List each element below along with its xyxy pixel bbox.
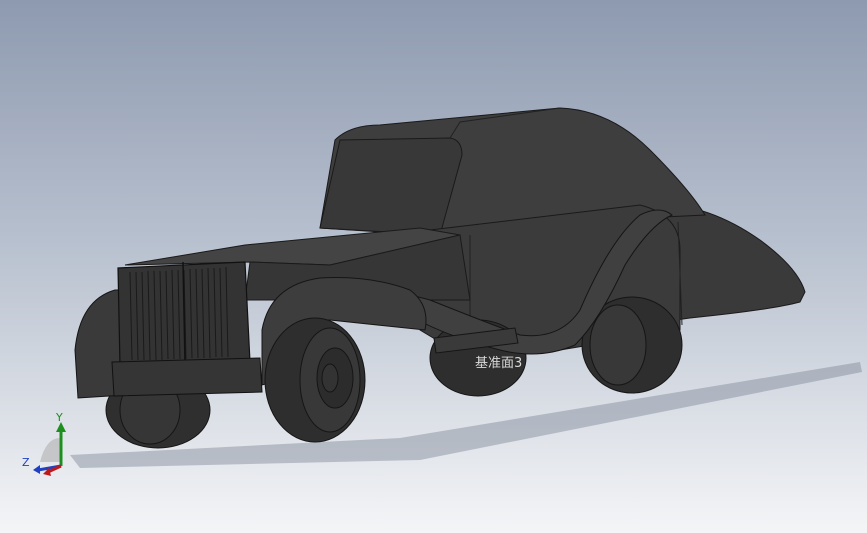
front-bumper [111,357,263,397]
rear-wheel-far-hub [589,304,647,386]
triad-icon [33,422,66,476]
car-model[interactable] [0,0,867,533]
plane-label[interactable]: 基准面3 [475,356,522,372]
cabin-front [319,137,463,236]
graphics-viewport[interactable]: 基准面3 Y Z [0,0,867,533]
front-wheel-near-cap [321,363,339,393]
axis-z-label: Z [22,456,30,469]
coordinate-triad[interactable]: Y Z [18,410,78,480]
axis-y-label: Y [56,411,63,424]
